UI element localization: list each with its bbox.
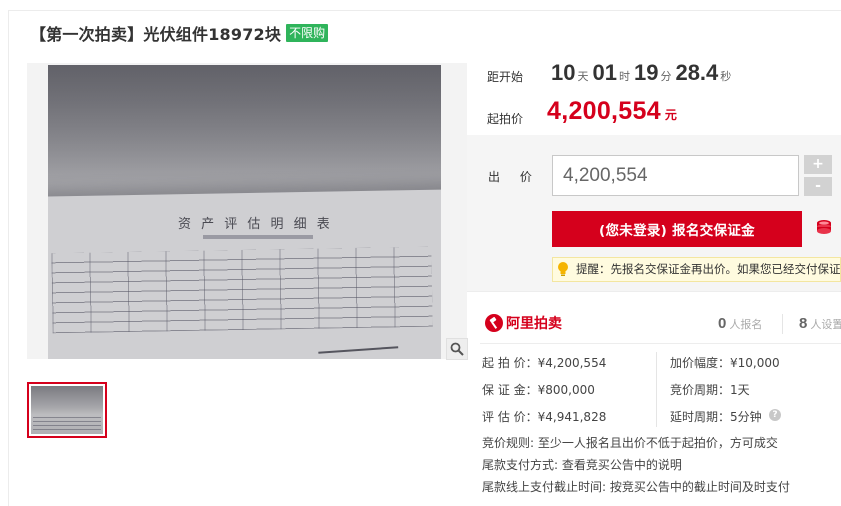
countdown-minutes-unit: 分 bbox=[660, 71, 672, 83]
detail-bid-cycle: 竞价周期：1天 bbox=[670, 383, 750, 397]
detail-delay-cycle: 延时周期：5分钟 bbox=[670, 410, 762, 424]
countdown-label: 距开始 bbox=[487, 70, 524, 84]
help-icon[interactable]: ? bbox=[769, 409, 781, 421]
thumbnail-image bbox=[31, 386, 103, 434]
countdown-minutes: 19 bbox=[633, 60, 659, 85]
bid-decrease-button[interactable]: - bbox=[804, 177, 832, 196]
countdown-seconds-unit: 秒 bbox=[720, 71, 732, 83]
reminder-count: 8 人设置提醒 bbox=[799, 315, 841, 332]
countdown-seconds: 28.4 bbox=[675, 60, 719, 85]
bid-input[interactable] bbox=[552, 155, 799, 196]
zoom-icon bbox=[450, 342, 464, 356]
coin-stack-icon[interactable] bbox=[815, 219, 835, 237]
lightbulb-icon bbox=[558, 262, 568, 276]
bid-increase-button[interactable]: + bbox=[804, 155, 832, 174]
start-price-label: 起拍价 bbox=[487, 112, 524, 126]
zoom-button[interactable] bbox=[446, 338, 468, 360]
reminder-count-label: 人设置提醒 bbox=[810, 318, 841, 331]
asset-document-photo: 资 产 评 估 明 细 表 bbox=[48, 65, 441, 359]
countdown-hours-unit: 时 bbox=[618, 71, 630, 83]
countdown-timer: 10 天 01 时 19 分 28.4 秒 bbox=[551, 60, 735, 86]
title-row: 【第一次拍卖】光伏组件18972块 不限购 bbox=[30, 22, 329, 44]
detail-start-price: 起 拍 价：¥4,200,554 bbox=[482, 356, 607, 370]
alipai-logo-icon bbox=[485, 314, 503, 332]
start-price: 4,200,554 元 bbox=[547, 97, 677, 126]
start-price-amount: 4,200,554 bbox=[547, 97, 661, 125]
stats-divider bbox=[782, 314, 783, 334]
detail-increment: 加价幅度：¥10,000 bbox=[670, 356, 780, 370]
signup-deposit-button[interactable]: (您未登录) 报名交保证金 bbox=[552, 211, 802, 247]
deposit-tip: 提醒：先报名交保证金再出价。如果您已经交付保证金 bbox=[552, 257, 841, 282]
detail-deposit: 保 证 金：¥800,000 bbox=[482, 383, 595, 397]
alipai-logo: 阿里拍卖 bbox=[485, 313, 562, 333]
countdown-days-unit: 天 bbox=[577, 71, 589, 83]
detail-payment-method: 尾款支付方式: 查看竞买公告中的说明 bbox=[482, 458, 682, 472]
reminder-count-number: 8 bbox=[799, 315, 808, 332]
signup-count: 0 人报名 bbox=[718, 315, 762, 332]
detail-payment-deadline: 尾款线上支付截止时间: 按竞买公告中的截止时间及时支付 bbox=[482, 480, 790, 494]
details-divider bbox=[480, 343, 841, 344]
countdown-days: 10 bbox=[551, 60, 576, 85]
countdown-hours: 01 bbox=[592, 60, 617, 85]
main-image-viewer[interactable]: 资 产 评 估 明 细 表 bbox=[27, 63, 467, 359]
bid-stepper: + - bbox=[804, 155, 832, 196]
photo-document-title: 资 产 评 估 明 细 表 bbox=[178, 217, 333, 232]
alipai-logo-text: 阿里拍卖 bbox=[506, 316, 562, 332]
page-frame-top bbox=[8, 10, 841, 11]
start-price-unit: 元 bbox=[664, 108, 677, 122]
signup-count-number: 0 bbox=[718, 315, 727, 332]
details-column-divider bbox=[656, 352, 657, 427]
bid-label: 出 价 bbox=[488, 170, 540, 184]
page-frame-left bbox=[8, 10, 9, 506]
detail-bid-rule: 竞价规则: 至少一人报名且出价不低于起拍价，方可成交 bbox=[482, 436, 778, 450]
thumbnail-1[interactable] bbox=[27, 382, 107, 438]
signup-count-label: 人报名 bbox=[729, 318, 763, 331]
section-separator bbox=[467, 291, 841, 292]
detail-appraisal: 评 估 价：¥4,941,828 bbox=[482, 410, 607, 424]
auction-title: 【第一次拍卖】光伏组件18972块 bbox=[30, 25, 282, 44]
no-limit-badge: 不限购 bbox=[286, 24, 329, 42]
